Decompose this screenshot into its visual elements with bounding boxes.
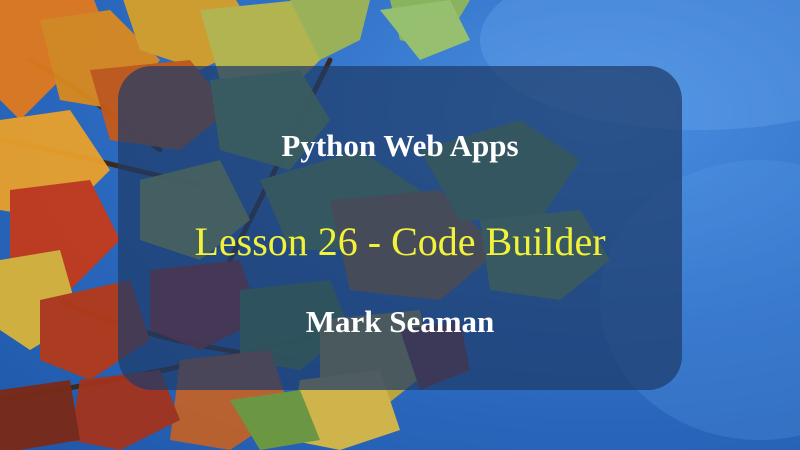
author-name: Mark Seaman (305, 304, 495, 339)
lesson-title: Lesson 26 - Code Builder (194, 219, 606, 264)
title-slide: Python Web Apps Lesson 26 - Code Builder… (0, 0, 800, 450)
series-title: Python Web Apps (281, 128, 519, 163)
